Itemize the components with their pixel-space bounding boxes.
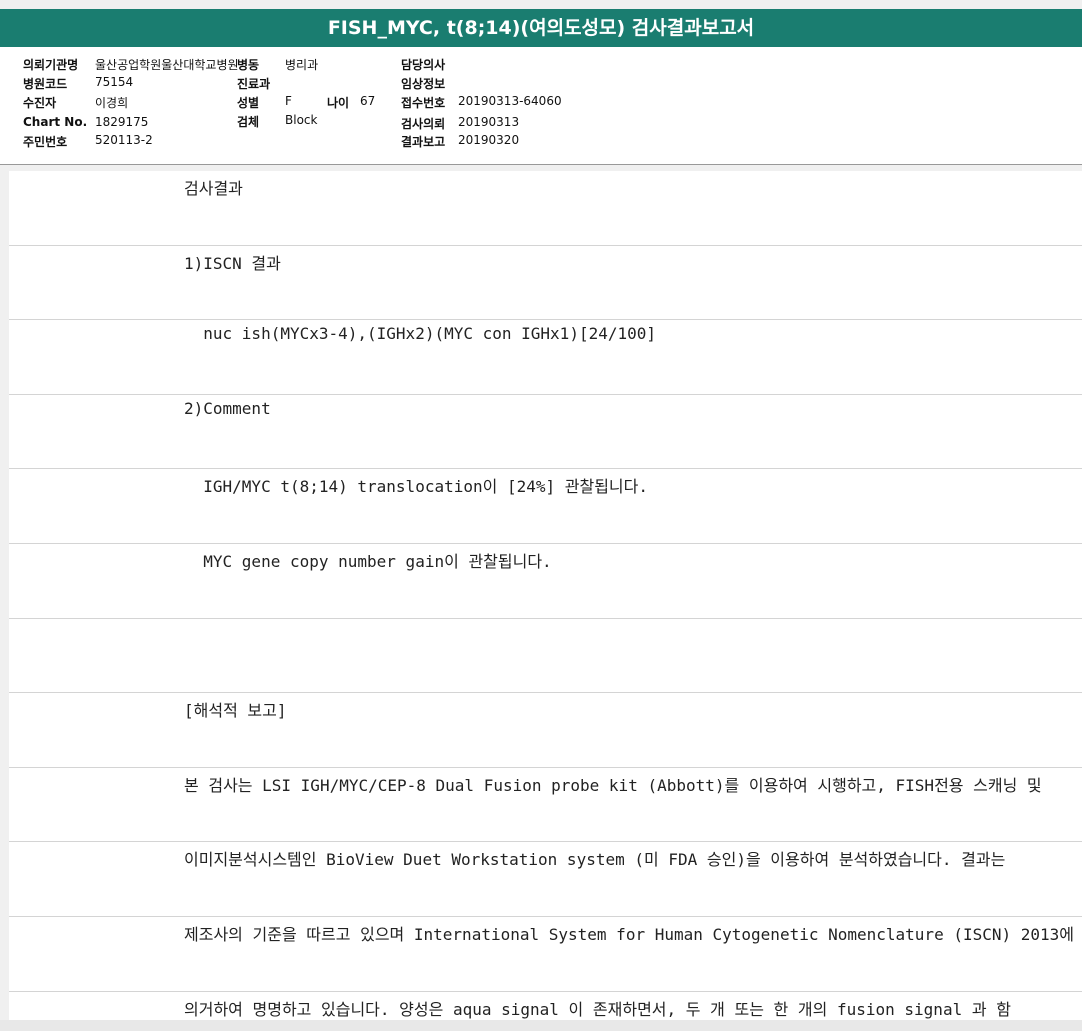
report-line: 본 검사는 LSI IGH/MYC/CEP-8 Dual Fusion prob… xyxy=(184,775,1042,795)
scroll-footer xyxy=(0,1020,1082,1031)
specimen-label: 검체 xyxy=(237,115,260,129)
report-line: 이미지분석시스템인 BioView Duet Workstation syste… xyxy=(184,850,1006,870)
report-row: 본 검사는 LSI IGH/MYC/CEP-8 Dual Fusion prob… xyxy=(9,768,1082,843)
report-line: 제조사의 기준을 따르고 있으며 International System fo… xyxy=(184,924,1075,944)
clinical-info-label: 임상정보 xyxy=(401,77,446,91)
report-line: IGH/MYC t(8;14) translocation이 [24%] 관찰됩… xyxy=(184,477,648,497)
patient-value: 이경희 xyxy=(95,96,129,110)
report-row: MYC gene copy number gain이 관찰됩니다. xyxy=(9,544,1082,619)
ward-value: 병리과 xyxy=(285,58,319,72)
report-date-value: 20190320 xyxy=(458,133,520,147)
specimen-value: Block xyxy=(285,113,318,127)
age-label: 나이 xyxy=(327,96,350,110)
report-row: 1)ISCN 결과 xyxy=(9,246,1082,321)
report-title: FISH_MYC, t(8;14)(여의도성모) 검사결과보고서 xyxy=(0,9,1082,47)
report-row: 이미지분석시스템인 BioView Duet Workstation syste… xyxy=(9,842,1082,917)
sex-label: 성별 xyxy=(237,96,260,110)
report-line: nuc ish(MYCx3-4),(IGHx2)(MYC con IGHx1)[… xyxy=(184,324,657,344)
report-line: 의거하여 명명하고 있습니다. 양성은 aqua signal 이 존재하면서,… xyxy=(184,999,1011,1019)
chart-no-value: 1829175 xyxy=(95,115,149,129)
report-row: 제조사의 기준을 따르고 있으며 International System fo… xyxy=(9,917,1082,992)
chart-no-label: Chart No. xyxy=(23,115,88,129)
request-date-label: 검사의뢰 xyxy=(401,117,446,131)
sex-value: F xyxy=(285,94,292,108)
resident-no-value: 520113-2 xyxy=(95,133,153,147)
resident-no-label: 주민번호 xyxy=(23,135,68,149)
hospital-code-value: 75154 xyxy=(95,75,134,89)
institution-label: 의뢰기관명 xyxy=(23,58,79,72)
patient-label: 수진자 xyxy=(23,96,57,110)
accession-no-value: 20190313-64060 xyxy=(458,94,562,108)
ward-label: 병동 xyxy=(237,58,260,72)
report-row: [해석적 보고] xyxy=(9,693,1082,768)
report-row: nuc ish(MYCx3-4),(IGHx2)(MYC con IGHx1)[… xyxy=(9,320,1082,395)
report-line: 검사결과 xyxy=(184,179,243,198)
report-row: 2)Comment xyxy=(9,395,1082,470)
report-date-label: 결과보고 xyxy=(401,135,446,149)
institution-value: 울산공업학원울산대학교병원 xyxy=(95,58,239,72)
department-label: 진료과 xyxy=(237,77,271,91)
report-line: MYC gene copy number gain이 관찰됩니다. xyxy=(184,551,552,571)
report-row: 검사결과 xyxy=(9,171,1082,246)
age-value: 67 xyxy=(360,94,376,108)
report-row: IGH/MYC t(8;14) translocation이 [24%] 관찰됩… xyxy=(9,469,1082,544)
report-line: 1)ISCN 결과 xyxy=(184,253,281,273)
report-row xyxy=(9,619,1082,694)
patient-info-panel: 의뢰기관명 울산공업학원울산대학교병원 병원코드 75154 수진자 이경희 C… xyxy=(0,47,1082,165)
report-line: [해석적 보고] xyxy=(184,701,287,721)
request-date-value: 20190313 xyxy=(458,115,520,129)
report-line: 2)Comment xyxy=(184,398,271,418)
accession-no-label: 접수번호 xyxy=(401,96,446,110)
report-row: 의거하여 명명하고 있습니다. 양성은 aqua signal 이 존재하면서,… xyxy=(9,992,1082,1020)
physician-label: 담당의사 xyxy=(401,58,446,72)
report-body: 검사결과 1)ISCN 결과 nuc ish(MYCx3-4),(IGHx2)(… xyxy=(9,171,1082,1020)
hospital-code-label: 병원코드 xyxy=(23,77,68,91)
